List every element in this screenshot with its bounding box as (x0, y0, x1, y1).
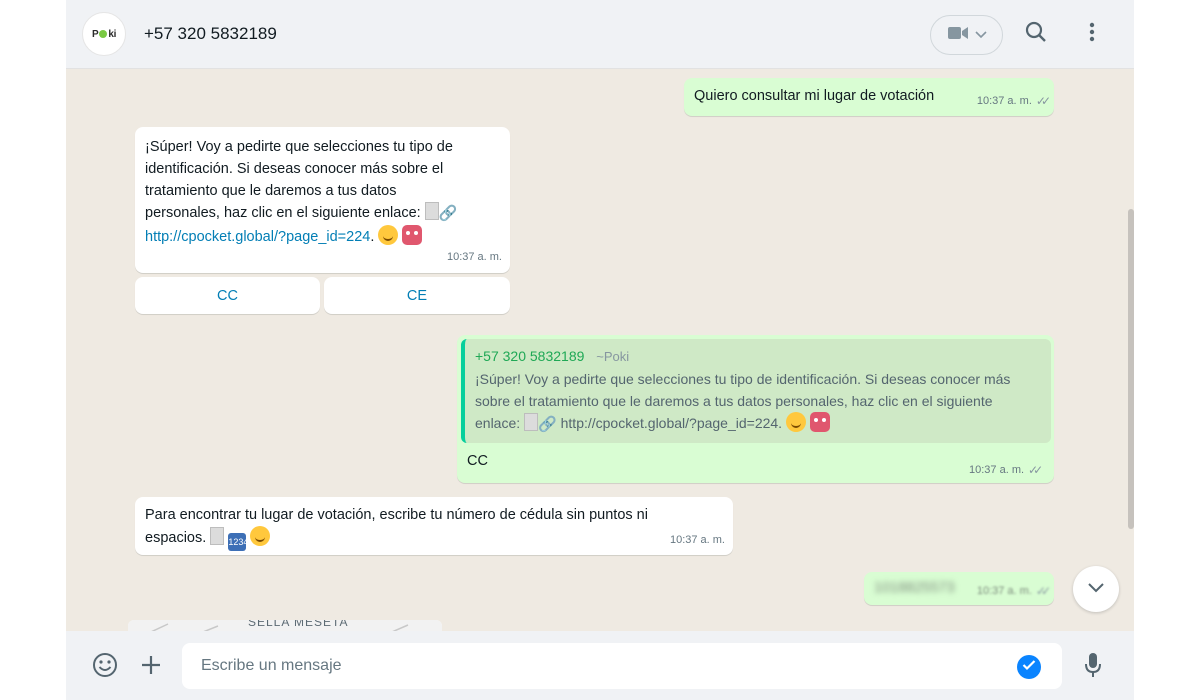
verified-check-button[interactable] (1017, 655, 1041, 679)
message-meta: 10:37 a. m. (447, 246, 502, 268)
video-call-icon (947, 25, 969, 46)
chevron-down-icon (974, 26, 987, 44)
plus-icon (140, 654, 162, 681)
right-margin (1134, 0, 1200, 700)
message-time: 10:37 a. m. (969, 464, 1025, 476)
page-emoji-icon (524, 413, 539, 431)
menu-button[interactable] (1080, 22, 1104, 46)
microphone-icon (1084, 652, 1102, 683)
smile-emoji-icon (250, 526, 271, 546)
voice-message-button[interactable] (1079, 652, 1107, 683)
numbers-emoji-icon: 1234 (228, 533, 248, 551)
verified-check-icon (1022, 658, 1036, 676)
message-list[interactable]: Quiero consultar mi lugar de votación 10… (66, 69, 1134, 631)
chat-window: Pki +57 320 5832189 Quiero consultar mi … (66, 0, 1134, 700)
message-meta: 10:37 a. m. ✓✓ (976, 90, 1051, 112)
message-text-blurred: 1018825573 (874, 580, 955, 596)
left-margin (0, 0, 66, 700)
attach-button[interactable] (137, 653, 165, 681)
message-input[interactable] (182, 643, 1062, 689)
smile-emoji-icon (785, 412, 806, 432)
quoted-line: sobre el tratamiento que le daremos a tu… (475, 393, 993, 409)
link-emoji-icon: 🔗 (538, 416, 557, 433)
message-incoming[interactable]: ¡Súper! Voy a pedirte que selecciones tu… (135, 127, 510, 273)
robot-emoji-icon (809, 412, 830, 432)
contact-avatar[interactable]: Pki (82, 12, 126, 56)
poki-logo: Pki (91, 28, 117, 40)
message-line: tratamiento que le daremos a tus datos (145, 183, 397, 199)
message-text: CC (467, 453, 488, 469)
message-line-text: personales, haz clic en el siguiente enl… (145, 205, 421, 221)
message-line: espacios. 1234 (145, 526, 724, 551)
composer-bar (66, 631, 1134, 700)
quoted-line: ¡Súper! Voy a pedirte que selecciones tu… (475, 371, 1011, 387)
message-line: Para encontrar tu lugar de votación, esc… (145, 507, 648, 523)
message-meta: 10:37 a. m. ✓✓ (976, 580, 1051, 602)
message-text: Quiero consultar mi lugar de votación (694, 88, 935, 104)
message-line: http://cpocket.global/?page_id=224. (145, 225, 501, 248)
video-call-button[interactable] (930, 15, 1003, 55)
quoted-link: http://cpocket.global/?page_id=224. (560, 415, 783, 431)
message-meta: 10:37 a. m. ✓✓ (969, 463, 1043, 477)
message-link[interactable]: http://cpocket.global/?page_id=224 (145, 229, 370, 245)
message-line: personales, haz clic en el siguiente enl… (145, 202, 501, 225)
search-button[interactable] (1024, 21, 1048, 48)
emoji-icon (92, 652, 118, 683)
option-label: CE (406, 287, 428, 304)
double-check-icon: ✓✓ (1028, 463, 1043, 477)
smile-emoji-icon (378, 225, 399, 245)
scroll-to-bottom-button[interactable] (1073, 566, 1119, 612)
message-meta: 10:37 a. m. (670, 529, 725, 551)
link-emoji-icon: 🔗 (438, 205, 458, 222)
contact-name[interactable]: +57 320 5832189 (144, 24, 277, 44)
message-time: 10:37 a. m. (446, 251, 502, 263)
quoted-author: +57 320 5832189 (475, 348, 585, 364)
scroll-down-chevron-icon (1088, 580, 1104, 598)
emoji-button[interactable] (91, 652, 119, 683)
message-time: 10:37 a. m. (976, 95, 1032, 107)
message-outgoing[interactable]: Quiero consultar mi lugar de votación 10… (684, 78, 1054, 116)
message-incoming[interactable]: Para encontrar tu lugar de votación, esc… (135, 497, 733, 555)
option-button-cc[interactable]: CC (135, 277, 320, 314)
page-emoji-icon (210, 527, 225, 545)
search-icon (1025, 21, 1047, 48)
quoted-pushname: ~Poki (596, 349, 630, 364)
quoted-header: +57 320 5832189 ~Poki (475, 345, 1041, 368)
scrollbar[interactable] (1128, 209, 1134, 529)
message-line-text: espacios. (145, 530, 207, 546)
map-label: SELLA MESETA (248, 620, 349, 629)
option-button-ce[interactable]: CE (324, 277, 510, 314)
message-time: 10:37 a. m. (976, 585, 1032, 597)
partial-image-message[interactable]: SELLA MESETA (128, 620, 442, 631)
message-line: ¡Súper! Voy a pedirte que selecciones tu… (145, 139, 453, 155)
option-label: CC (217, 287, 238, 304)
message-outgoing[interactable]: 1018825573 10:37 a. m. ✓✓ (864, 572, 1054, 605)
page-emoji-icon (424, 202, 439, 220)
quoted-line-text: enlace: (475, 415, 521, 431)
double-check-icon: ✓✓ (1035, 94, 1051, 108)
quoted-line: enlace: 🔗 http://cpocket.global/?page_id… (475, 412, 1041, 436)
message-line: identificación. Si deseas conocer más so… (145, 161, 444, 177)
robot-emoji-icon (402, 225, 423, 245)
quoted-message[interactable]: +57 320 5832189 ~Poki ¡Súper! Voy a pedi… (461, 339, 1051, 443)
menu-dots-icon (1089, 22, 1095, 47)
double-check-icon: ✓✓ (1035, 584, 1051, 598)
chat-header: Pki +57 320 5832189 (66, 0, 1134, 69)
link-suffix: . (370, 229, 375, 245)
message-time: 10:37 a. m. (669, 534, 725, 546)
